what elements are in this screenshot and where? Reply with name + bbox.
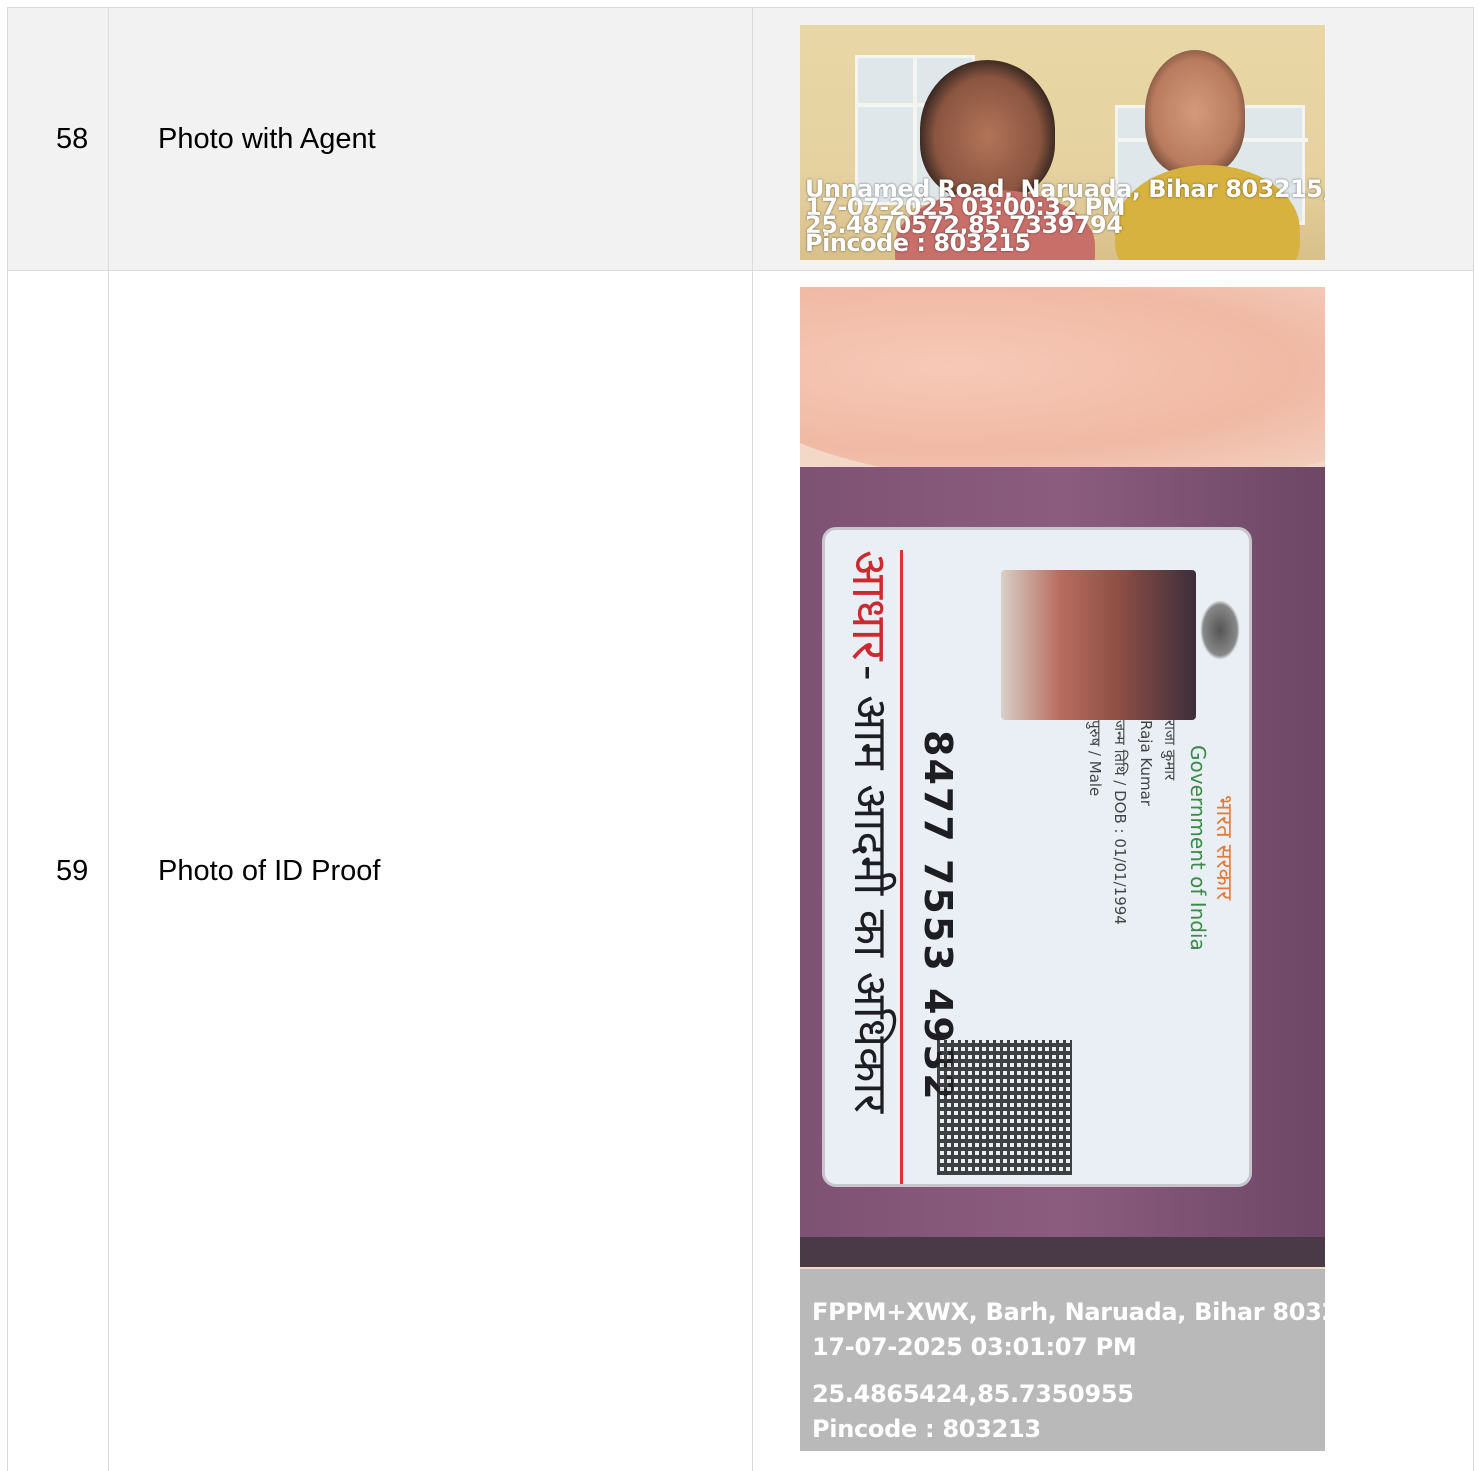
card-name-english: Raja Kumar (1137, 720, 1155, 806)
qr-code-icon (937, 1040, 1072, 1175)
id-proof-photo[interactable]: आधार - आम आदमी का अधिकार 8477 7553 4932 … (800, 287, 1325, 1451)
photo-geotag-overlay: Unnamed Road, Naruada, Bihar 803215, Ind… (805, 180, 1325, 252)
geotag-pincode: Pincode : 803213 (812, 1412, 1325, 1447)
card-gender: पुरुष / Male (1085, 720, 1105, 796)
row-number: 59 (8, 271, 109, 1471)
finger-blur (800, 287, 1325, 487)
row-label: Photo with Agent (109, 8, 753, 271)
aadhaar-card: आधार - आम आदमी का अधिकार 8477 7553 4932 … (822, 527, 1252, 1187)
card-dob: जन्म तिथि / DOB : 01/01/1994 (1110, 720, 1130, 925)
geotag-coordinates: 25.4865424,85.7350955 (812, 1377, 1325, 1412)
photo-cell: Unnamed Road, Naruada, Bihar 803215, Ind… (753, 8, 1474, 271)
card-photo (1001, 570, 1196, 720)
agent-selfie-photo[interactable]: Unnamed Road, Naruada, Bihar 803215, Ind… (800, 25, 1325, 260)
row-label: Photo of ID Proof (109, 271, 753, 1471)
card-gov-english: Government of India (1186, 745, 1210, 951)
table-row: 58 Photo with Agent Unnamed Ro (8, 8, 1474, 271)
emblem-icon (1200, 600, 1240, 660)
card-tagline: - आम आदमी का अधिकार (841, 665, 903, 1113)
table-row: 59 Photo of ID Proof आधार - आम आदमी का अ… (8, 271, 1474, 1471)
card-gov-hindi: भारत सरकार (1210, 795, 1240, 900)
geotag-address: FPPM+XWX, Barh, Naruada, Bihar 803213, I… (812, 1295, 1325, 1330)
photo-geotag-overlay: FPPM+XWX, Barh, Naruada, Bihar 803213, I… (812, 1295, 1325, 1447)
row-number: 58 (8, 8, 109, 271)
person-right (1145, 50, 1245, 175)
photo-edge (800, 1237, 1325, 1267)
card-title: आधार (838, 550, 903, 661)
card-name-hindi: राजा कुमार (1160, 720, 1180, 780)
photo-cell: आधार - आम आदमी का अधिकार 8477 7553 4932 … (753, 271, 1474, 1471)
verification-table: 58 Photo with Agent Unnamed Ro (7, 7, 1474, 1471)
geotag-timestamp: 17-07-2025 03:01:07 PM (812, 1330, 1325, 1365)
